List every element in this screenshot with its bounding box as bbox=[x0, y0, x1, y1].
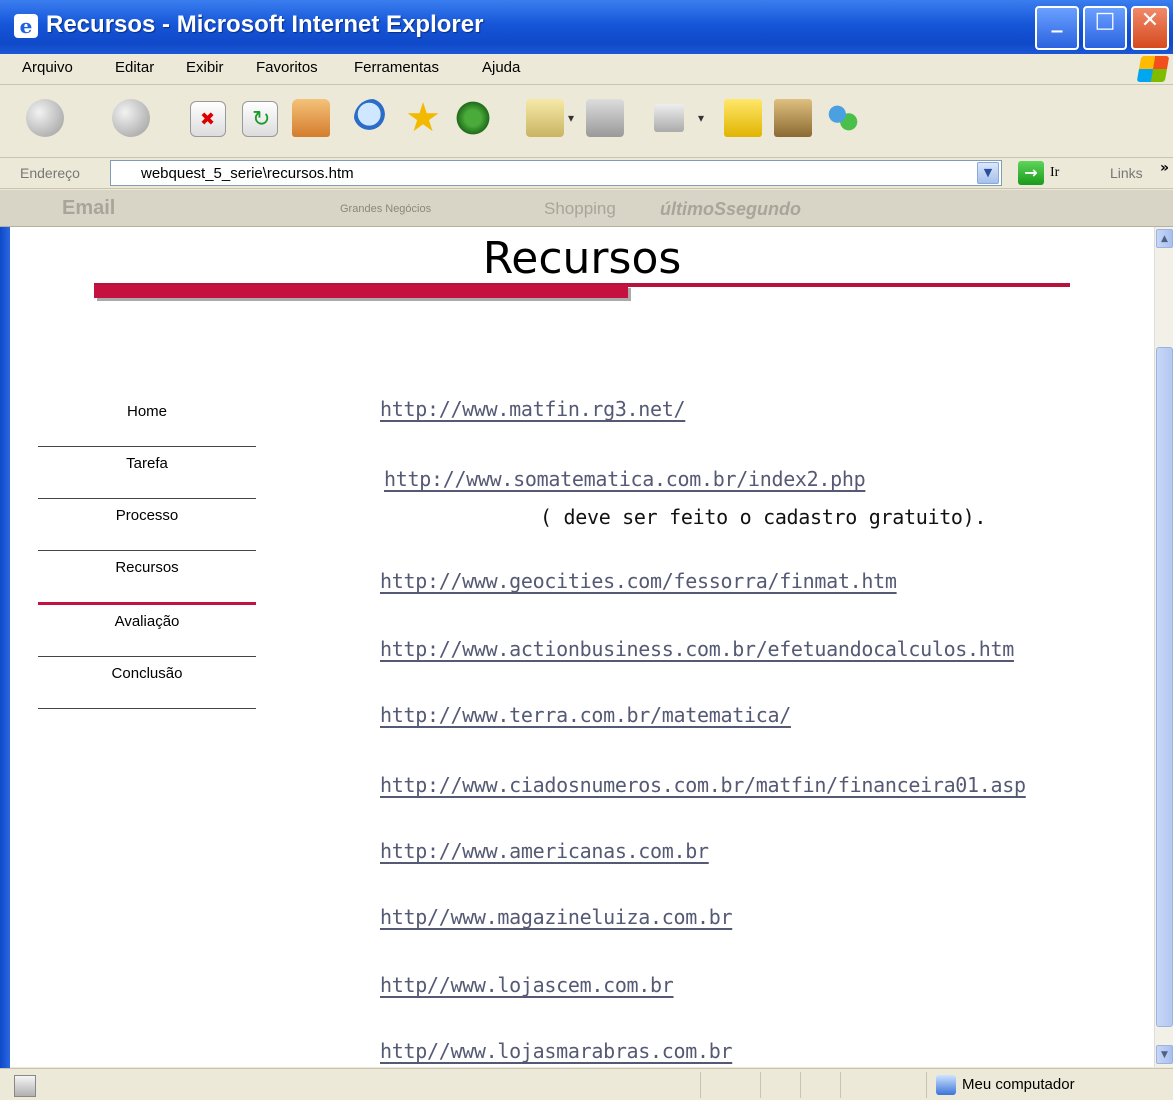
forward-icon[interactable] bbox=[112, 99, 150, 137]
address-bar: Endereço webquest_5_serie\recursos.htm ▼… bbox=[0, 158, 1173, 189]
resource-link[interactable]: http://www.somatematica.com.br/index2.ph… bbox=[384, 467, 866, 491]
windows-logo-icon bbox=[1136, 56, 1170, 82]
scroll-up-icon[interactable]: ▲ bbox=[1156, 229, 1173, 248]
media-icon[interactable] bbox=[454, 99, 492, 137]
address-input[interactable]: webquest_5_serie\recursos.htm bbox=[110, 160, 1002, 186]
ie-icon: e bbox=[14, 14, 38, 38]
links-chevron-icon[interactable]: » bbox=[1160, 160, 1169, 176]
stop-icon[interactable] bbox=[190, 101, 226, 137]
menu-ajuda[interactable]: Ajuda bbox=[482, 59, 520, 76]
window-title: Recursos - Microsoft Internet Explorer bbox=[46, 11, 484, 38]
status-divider bbox=[926, 1072, 927, 1098]
links-label[interactable]: Links bbox=[1110, 165, 1143, 181]
status-divider bbox=[760, 1072, 761, 1098]
mail-icon[interactable] bbox=[526, 99, 564, 137]
resource-link[interactable]: http//www.lojascem.com.br bbox=[380, 973, 674, 997]
maximize-button[interactable]: □ bbox=[1083, 6, 1127, 50]
nav-recursos[interactable]: Recursos bbox=[38, 551, 256, 605]
menu-exibir[interactable]: Exibir bbox=[186, 59, 224, 76]
nav-home[interactable]: Home bbox=[38, 395, 256, 447]
mail-dropdown-icon[interactable]: ▾ bbox=[568, 111, 574, 125]
go-button[interactable]: Ir bbox=[1050, 165, 1059, 181]
status-bar: Meu computador bbox=[0, 1068, 1173, 1100]
security-zone-label: Meu computador bbox=[962, 1076, 1075, 1093]
note-icon[interactable] bbox=[724, 99, 762, 137]
search-icon[interactable] bbox=[354, 99, 392, 137]
research-icon[interactable] bbox=[774, 99, 812, 137]
resource-note: ( deve ser feito o cadastro gratuito). bbox=[540, 505, 987, 529]
edit-icon[interactable] bbox=[654, 104, 684, 132]
resource-link[interactable]: http://www.americanas.com.br bbox=[380, 839, 709, 863]
close-button[interactable]: ✕ bbox=[1131, 6, 1169, 50]
window-frame-left bbox=[0, 227, 10, 1068]
links-toolbar: Email Grandes Negócios Shopping últimoSs… bbox=[0, 190, 1173, 227]
messenger-icon[interactable] bbox=[824, 99, 862, 137]
nav-tarefa[interactable]: Tarefa bbox=[38, 447, 256, 499]
menu-editar[interactable]: Editar bbox=[115, 59, 154, 76]
browser-window: e Recursos - Microsoft Internet Explorer… bbox=[0, 0, 1173, 1100]
address-dropdown-icon[interactable]: ▼ bbox=[977, 162, 999, 184]
window-controls: _ □ ✕ bbox=[1035, 6, 1169, 50]
resource-link[interactable]: http//www.magazineluiza.com.br bbox=[380, 905, 733, 929]
vertical-scrollbar[interactable]: ▲ ▼ bbox=[1154, 227, 1173, 1067]
title-bar[interactable]: e Recursos - Microsoft Internet Explorer… bbox=[0, 0, 1173, 54]
link-email[interactable]: Email bbox=[62, 197, 115, 220]
resource-link[interactable]: http://www.terra.com.br/matematica/ bbox=[380, 703, 791, 727]
title-divider-accent bbox=[94, 285, 628, 298]
computer-zone-icon bbox=[936, 1075, 956, 1095]
menu-bar: Arquivo Editar Exibir Favoritos Ferramen… bbox=[0, 54, 1173, 85]
nav-avaliacao[interactable]: Avaliação bbox=[38, 605, 256, 657]
status-divider bbox=[840, 1072, 841, 1098]
link-grandes-negocios[interactable]: Grandes Negócios bbox=[340, 203, 431, 215]
page-viewport: Recursos Home Tarefa Processo Recursos A… bbox=[10, 227, 1154, 1067]
scroll-down-icon[interactable]: ▼ bbox=[1156, 1045, 1173, 1064]
resource-link[interactable]: http://www.ciadosnumeros.com.br/matfin/f… bbox=[380, 773, 1026, 797]
scroll-thumb[interactable] bbox=[1156, 347, 1173, 1027]
favorites-icon[interactable]: ★ bbox=[404, 98, 442, 138]
minimize-button[interactable]: _ bbox=[1035, 6, 1079, 50]
page-status-icon bbox=[14, 1075, 36, 1097]
back-icon[interactable] bbox=[26, 99, 64, 137]
resource-link[interactable]: http://www.actionbusiness.com.br/efetuan… bbox=[380, 637, 1014, 661]
address-label: Endereço bbox=[20, 165, 80, 181]
nav-processo[interactable]: Processo bbox=[38, 499, 256, 551]
refresh-icon[interactable] bbox=[242, 101, 278, 137]
resource-link[interactable]: http//www.lojasmarabras.com.br bbox=[380, 1039, 733, 1063]
link-shopping[interactable]: Shopping bbox=[544, 199, 616, 219]
nav-conclusao[interactable]: Conclusão bbox=[38, 657, 256, 709]
status-divider bbox=[700, 1072, 701, 1098]
side-nav: Home Tarefa Processo Recursos Avaliação … bbox=[38, 395, 256, 709]
menu-favoritos[interactable]: Favoritos bbox=[256, 59, 318, 76]
print-icon[interactable] bbox=[586, 99, 624, 137]
home-icon[interactable] bbox=[292, 99, 330, 137]
menu-arquivo[interactable]: Arquivo bbox=[22, 59, 73, 76]
link-ultimo-segundo[interactable]: últimoSsegundo bbox=[660, 199, 801, 220]
page-title: Recursos bbox=[482, 233, 682, 284]
menu-ferramentas[interactable]: Ferramentas bbox=[354, 59, 439, 76]
resource-link[interactable]: http://www.geocities.com/fessorra/finmat… bbox=[380, 569, 897, 593]
edit-dropdown-icon[interactable]: ▾ bbox=[698, 111, 704, 125]
standard-toolbar: ★ ▾ ▾ bbox=[0, 85, 1173, 158]
resource-link[interactable]: http://www.matfin.rg3.net/ bbox=[380, 397, 686, 421]
go-arrow-icon[interactable]: → bbox=[1018, 161, 1044, 185]
status-divider bbox=[800, 1072, 801, 1098]
